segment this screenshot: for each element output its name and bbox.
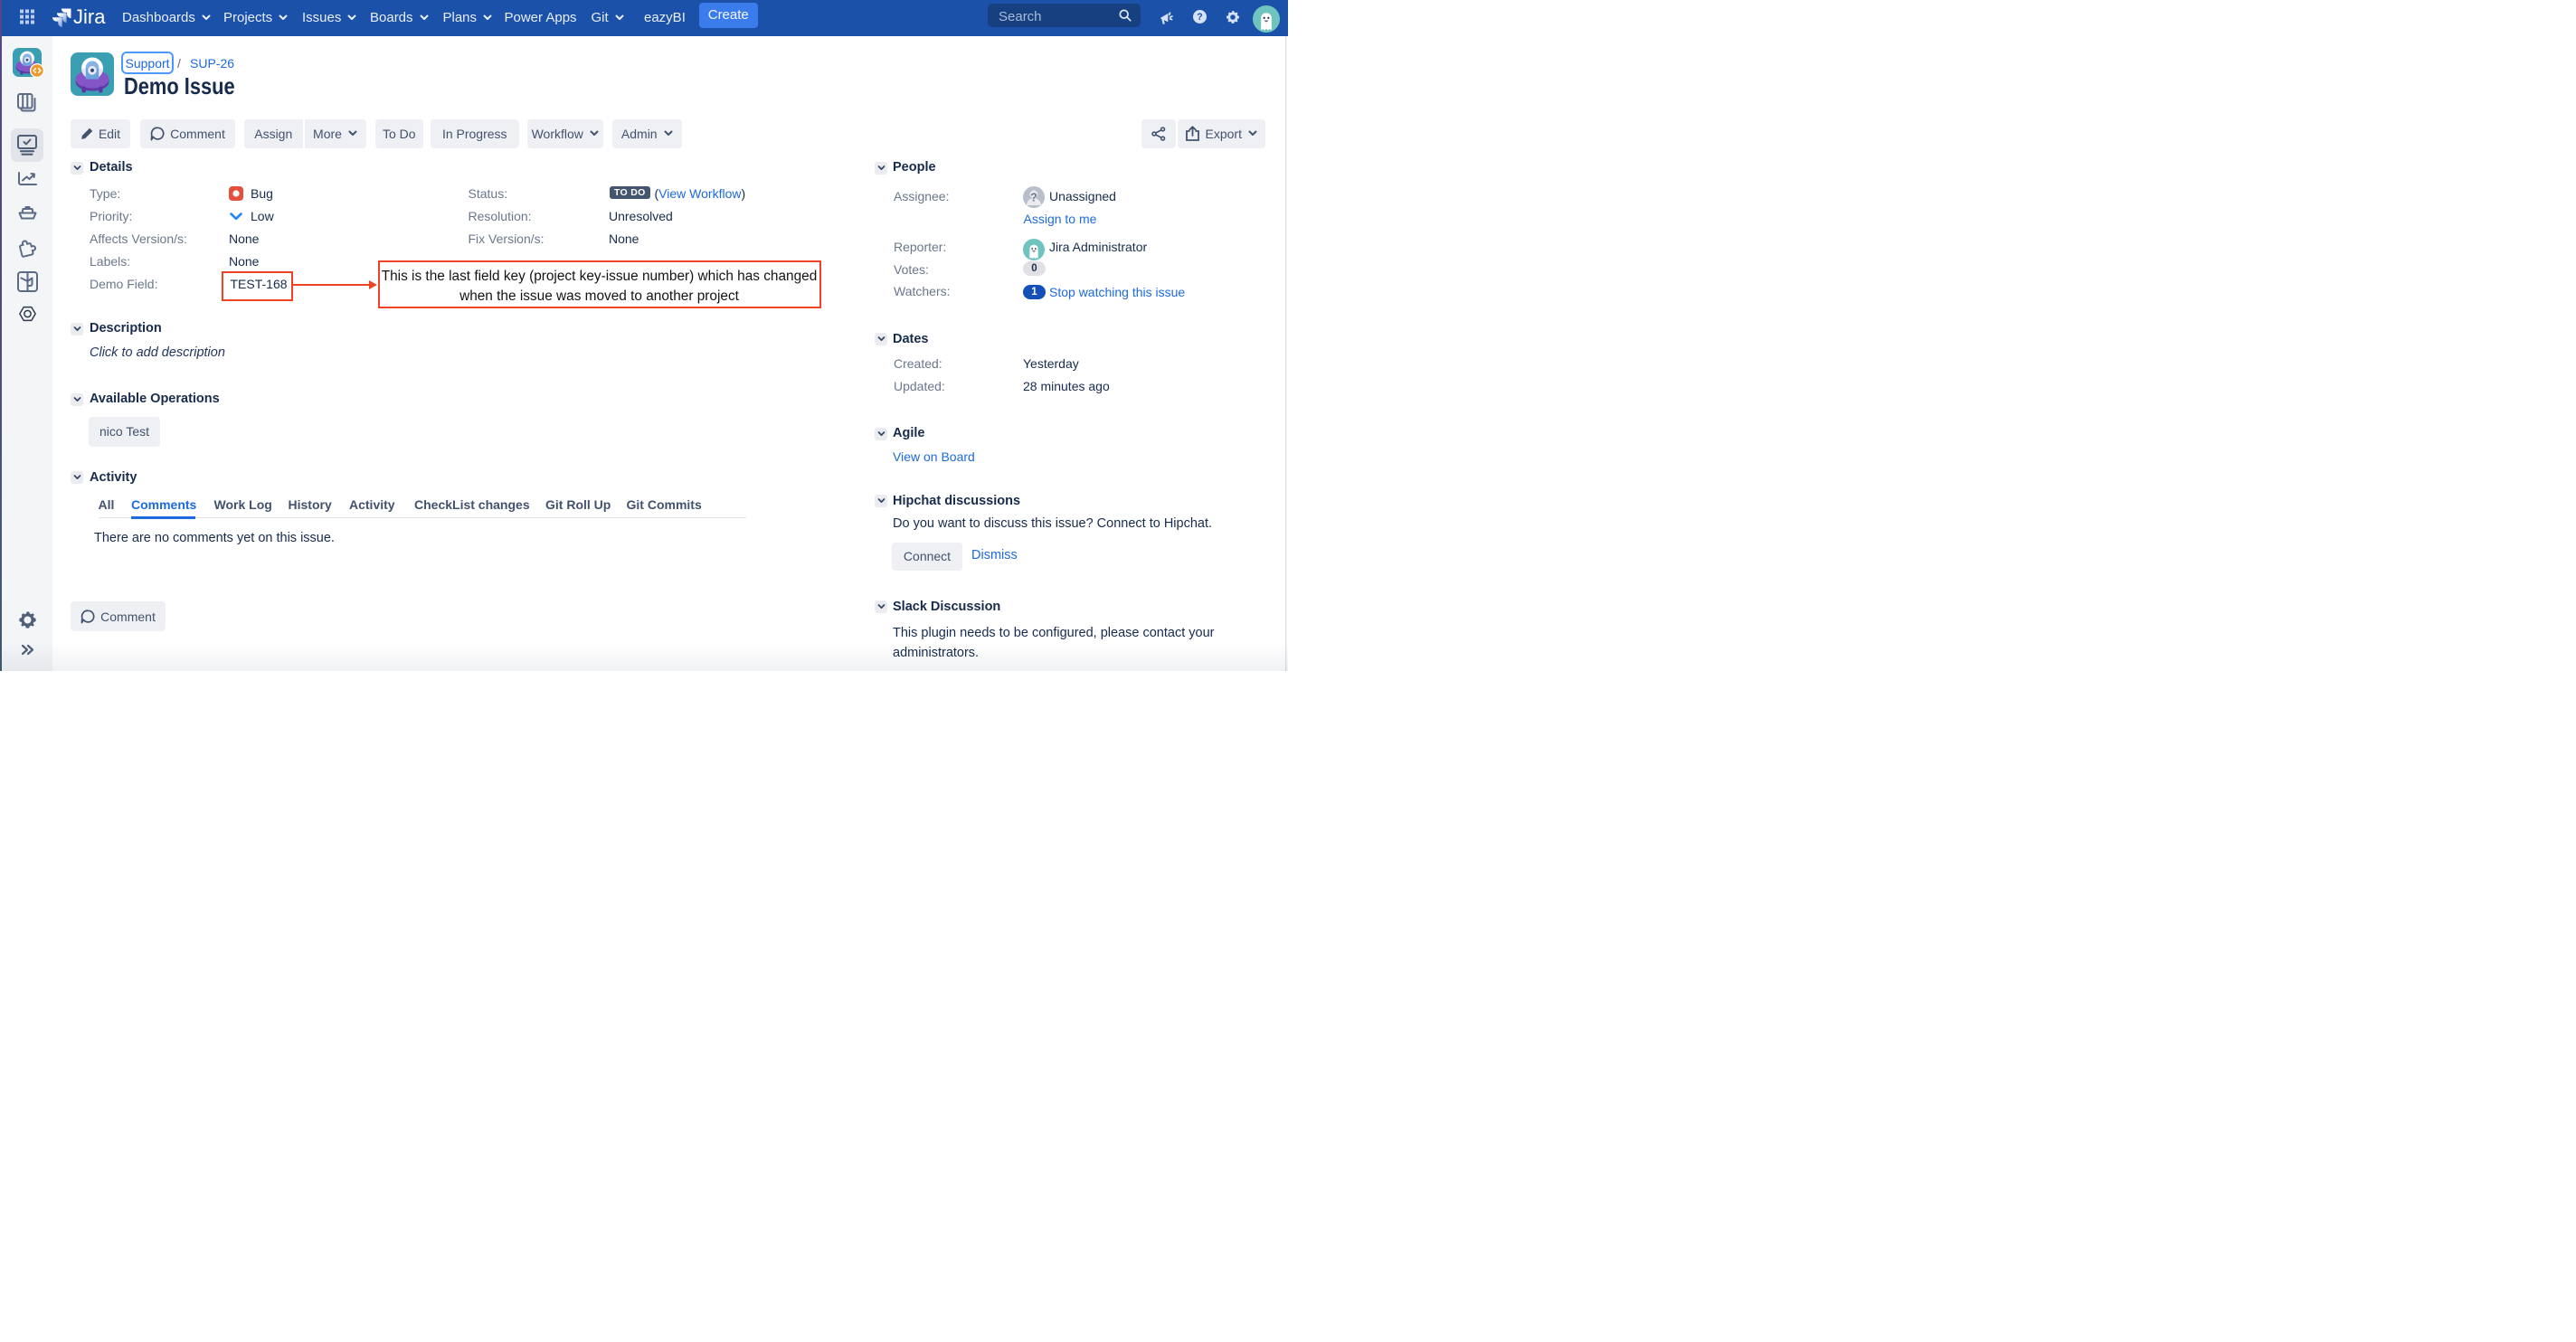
svg-text:?: ? [1197, 13, 1202, 24]
svg-text:?: ? [1030, 191, 1037, 203]
